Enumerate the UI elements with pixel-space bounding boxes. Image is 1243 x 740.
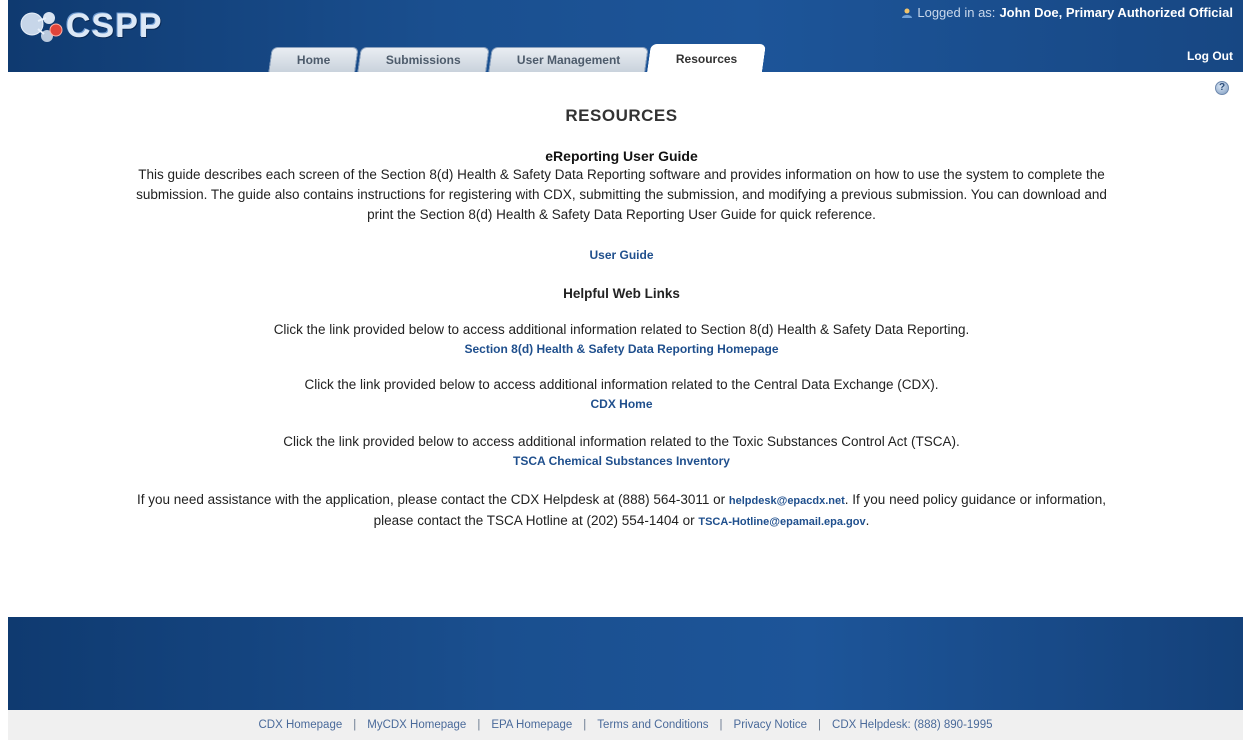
logo-text: CSPP — [66, 6, 163, 45]
logout-link[interactable]: Log Out — [1187, 49, 1233, 63]
user-name: John Doe, Primary Authorized Official — [999, 5, 1233, 20]
helpdesk-email-link[interactable]: helpdesk@epacdx.net — [729, 495, 845, 507]
footer-link-cdx-helpdesk[interactable]: CDX Helpdesk: (888) 890-1995 — [832, 719, 992, 731]
section8d-homepage-link[interactable]: Section 8(d) Health & Safety Data Report… — [0, 342, 1243, 356]
molecule-logo-icon — [16, 6, 64, 46]
footer-separator: | — [719, 719, 723, 731]
footer-separator: | — [583, 719, 587, 731]
footer-link-terms[interactable]: Terms and Conditions — [597, 719, 708, 731]
site-header: CSPP Logged in as: John Doe, Primary Aut… — [8, 0, 1243, 72]
logged-in-label: Logged in as: — [917, 5, 996, 20]
contact-text: please contact the TSCA Hotline at (202)… — [373, 513, 695, 528]
help-icon[interactable]: ? — [1215, 81, 1229, 95]
cspp-logo[interactable]: CSPP — [16, 4, 163, 48]
tsca-hotline-email-link[interactable]: TSCA-Hotline@epamail.epa.gov — [698, 516, 865, 528]
user-icon — [902, 8, 913, 18]
footer-link-mycdx-homepage[interactable]: MyCDX Homepage — [367, 719, 466, 731]
description-line: print the Section 8(d) Health & Safety D… — [367, 207, 876, 222]
tab-user-management[interactable]: User Management — [488, 47, 650, 72]
footer-separator: | — [477, 719, 481, 731]
footer-link-epa-homepage[interactable]: EPA Homepage — [491, 719, 572, 731]
logged-in-info: Logged in as: John Doe, Primary Authoriz… — [901, 5, 1233, 20]
description-line: submission. The guide also contains inst… — [136, 187, 1107, 202]
footer-separator: | — [818, 719, 822, 731]
user-guide-link[interactable]: User Guide — [0, 248, 1243, 262]
tsca-inventory-link[interactable]: TSCA Chemical Substances Inventory — [0, 454, 1243, 468]
main-nav-tabs: Home Submissions User Management Resourc… — [268, 44, 767, 72]
footer-link-cdx-homepage[interactable]: CDX Homepage — [259, 719, 343, 731]
cdx-info-text: Click the link provided below to access … — [304, 377, 939, 392]
contact-text: If you need assistance with the applicat… — [137, 492, 726, 507]
tab-home[interactable]: Home — [268, 47, 360, 72]
tab-resources[interactable]: Resources — [647, 44, 767, 72]
contact-info: If you need assistance with the applicat… — [137, 492, 1106, 528]
footer-link-privacy[interactable]: Privacy Notice — [734, 719, 808, 731]
section8d-info-text: Click the link provided below to access … — [273, 322, 970, 337]
user-guide-description: This guide describes each screen of the … — [0, 165, 1243, 225]
user-guide-heading: eReporting User Guide — [545, 148, 698, 164]
page-title: RESOURCES — [565, 106, 678, 125]
helpful-web-links-heading: Helpful Web Links — [563, 286, 680, 301]
footer-separator: | — [353, 719, 357, 731]
footer-banner — [8, 617, 1243, 710]
cdx-home-link[interactable]: CDX Home — [0, 397, 1243, 411]
description-line: This guide describes each screen of the … — [138, 167, 1105, 182]
tab-submissions[interactable]: Submissions — [357, 47, 490, 72]
tsca-info-text: Click the link provided below to access … — [283, 434, 960, 449]
footer-links: CDX Homepage | MyCDX Homepage | EPA Home… — [8, 710, 1243, 740]
